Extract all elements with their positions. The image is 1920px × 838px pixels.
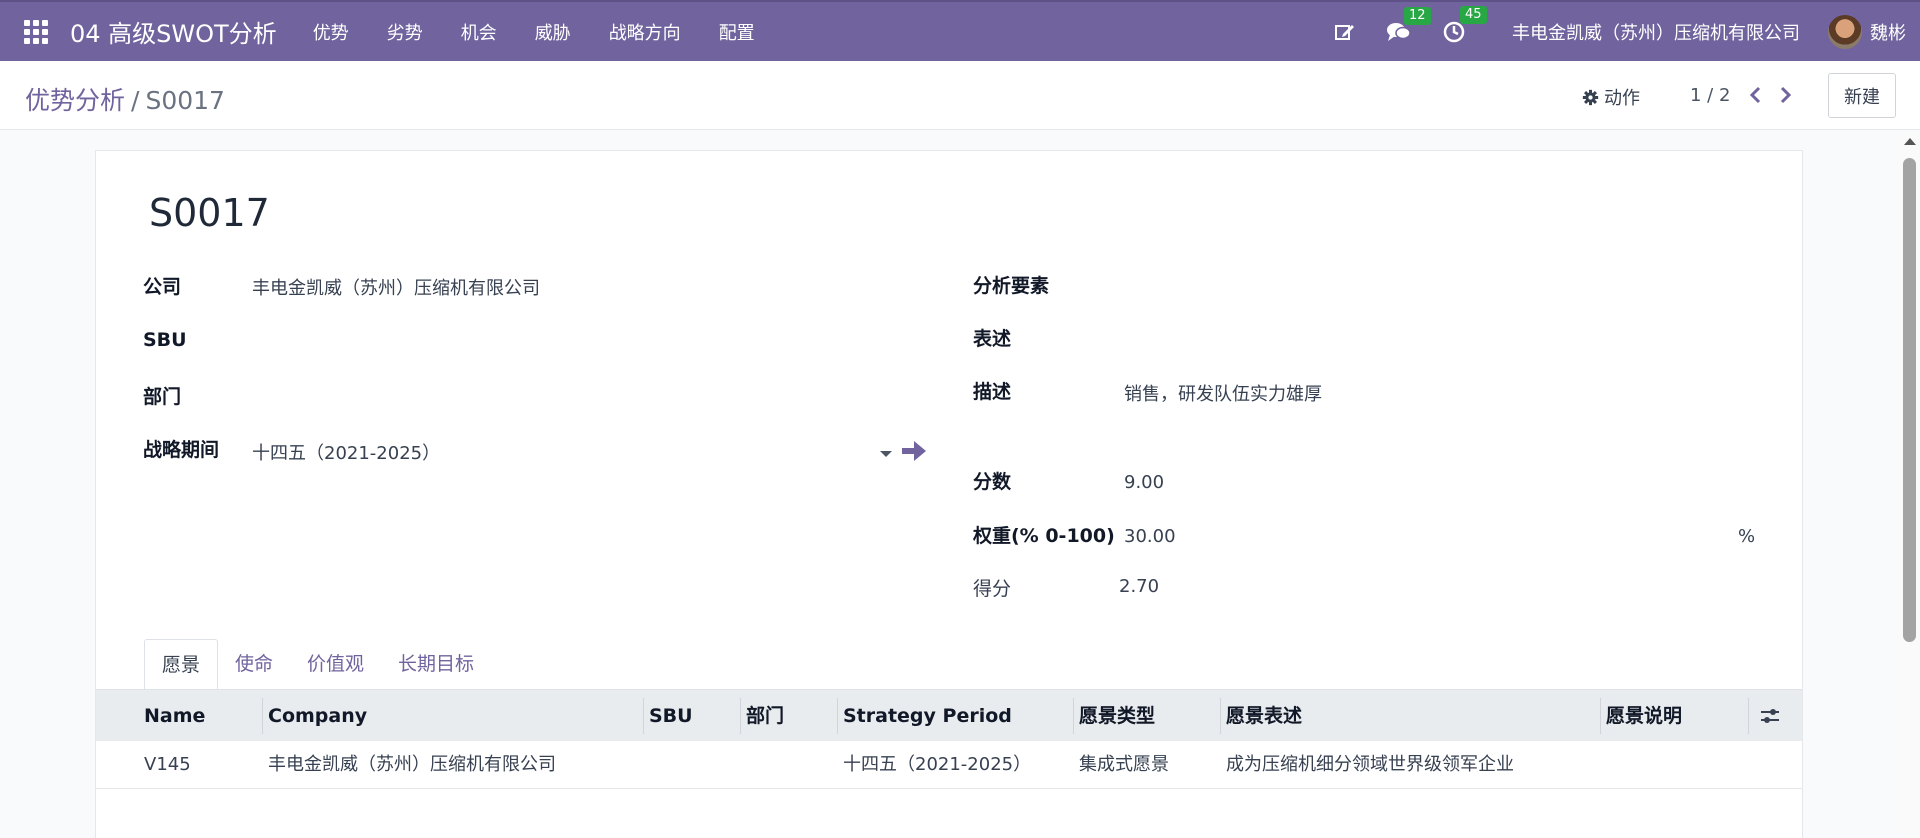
- column-header-vision-note[interactable]: 愿景说明: [1606, 690, 1682, 742]
- breadcrumb-current: S0017: [145, 86, 225, 115]
- messages-icon[interactable]: 12: [1386, 6, 1431, 43]
- column-divider[interactable]: [740, 698, 741, 734]
- actions-button[interactable]: 动作: [1582, 84, 1640, 110]
- result-score-label: 得分: [973, 578, 1012, 600]
- scroll-up-arrow-icon[interactable]: [1904, 138, 1916, 145]
- optional-columns-toggle[interactable]: [1759, 690, 1781, 742]
- column-header-sbu[interactable]: SBU: [649, 690, 693, 742]
- sbu-field[interactable]: [252, 319, 952, 353]
- weight-field[interactable]: 30.00: [1124, 526, 1176, 547]
- column-header-strategy-period[interactable]: Strategy Period: [843, 690, 1012, 742]
- scrollbar-thumb[interactable]: [1903, 158, 1916, 642]
- menu-item-weaknesses[interactable]: 劣势: [387, 19, 423, 45]
- column-header-company[interactable]: Company: [268, 690, 367, 742]
- score-field[interactable]: 9.00: [1124, 472, 1164, 493]
- actions-label: 动作: [1604, 88, 1640, 109]
- messages-count-badge: 12: [1404, 6, 1431, 25]
- result-score-value: 2.70: [1119, 576, 1160, 597]
- statement-label: 表述: [973, 328, 1012, 350]
- menu-item-strengths[interactable]: 优势: [313, 19, 349, 45]
- sbu-label: SBU: [143, 329, 187, 351]
- menu-item-configuration[interactable]: 配置: [719, 19, 755, 45]
- gear-icon: [1582, 89, 1599, 105]
- statement-field[interactable]: [1124, 316, 1744, 350]
- description-label: 描述: [973, 381, 1012, 403]
- page-scrollbar[interactable]: [1900, 132, 1920, 838]
- cell-vision-type: 集成式愿景: [1079, 754, 1169, 775]
- column-header-name[interactable]: Name: [144, 690, 205, 742]
- company-label: 公司: [143, 276, 182, 298]
- record-title[interactable]: S0017: [149, 191, 270, 235]
- activity-clock-icon[interactable]: 45: [1442, 5, 1487, 44]
- column-divider[interactable]: [837, 698, 838, 734]
- top-navbar: 04 高级SWOT分析 优势 劣势 机会 威胁 战略方向 配置 12 45 丰电…: [0, 0, 1920, 61]
- edit-icon[interactable]: [1334, 22, 1356, 42]
- column-divider[interactable]: [1600, 698, 1601, 734]
- description-field[interactable]: 销售，研发队伍实力雄厚: [1124, 380, 1322, 406]
- analysis-element-field[interactable]: [1124, 263, 1744, 297]
- avatar[interactable]: [1828, 14, 1862, 49]
- menu-item-threats[interactable]: 威胁: [535, 19, 571, 45]
- pager-previous-button[interactable]: [1745, 83, 1765, 107]
- tab-long-term-goals[interactable]: 长期目标: [381, 639, 491, 691]
- chevron-left-icon: [1749, 86, 1761, 104]
- chevron-right-icon: [1780, 86, 1792, 104]
- open-record-arrow-icon[interactable]: [900, 439, 928, 468]
- score-label: 分数: [973, 471, 1012, 493]
- column-divider[interactable]: [643, 698, 644, 734]
- column-header-department[interactable]: 部门: [746, 690, 784, 742]
- column-header-vision-statement[interactable]: 愿景表述: [1226, 690, 1302, 742]
- column-divider[interactable]: [1748, 698, 1749, 734]
- new-record-button[interactable]: 新建: [1828, 73, 1896, 118]
- column-header-vision-type[interactable]: 愿景类型: [1079, 690, 1155, 742]
- weight-label: 权重(% 0-100): [973, 525, 1115, 547]
- department-field[interactable]: [252, 373, 952, 407]
- app-title[interactable]: 04 高级SWOT分析: [70, 14, 277, 49]
- company-switcher[interactable]: 丰电金凯威（苏州）压缩机有限公司: [1512, 19, 1800, 45]
- pager-value[interactable]: 1 / 2: [1690, 85, 1730, 106]
- table-header: Name Company SBU 部门 Strategy Period 愿景类型…: [96, 689, 1802, 741]
- table-row[interactable]: V145 丰电金凯威（苏州）压缩机有限公司 十四五（2021-2025） 集成式…: [96, 741, 1802, 789]
- pager-next-button[interactable]: [1776, 83, 1796, 107]
- navbar-right: 12 45 丰电金凯威（苏州）压缩机有限公司 魏彬: [1304, 2, 1906, 61]
- period-label: 战略期间: [143, 439, 220, 461]
- cell-company: 丰电金凯威（苏州）压缩机有限公司: [268, 754, 556, 775]
- period-dropdown-caret-icon[interactable]: [880, 451, 892, 457]
- column-divider[interactable]: [1220, 698, 1221, 734]
- menu-item-opportunities[interactable]: 机会: [461, 19, 497, 45]
- tab-values[interactable]: 价值观: [290, 639, 381, 691]
- breadcrumb-separator: /: [131, 86, 140, 115]
- company-field[interactable]: 丰电金凯威（苏州）压缩机有限公司: [252, 274, 540, 300]
- user-menu[interactable]: 魏彬: [1870, 19, 1906, 45]
- breadcrumb: 优势分析 / S0017: [25, 81, 225, 117]
- weight-unit: %: [1738, 526, 1756, 547]
- notebook-tabs: 愿景 使命 价值观 长期目标: [144, 639, 491, 691]
- cell-strategy-period: 十四五（2021-2025）: [843, 754, 1032, 775]
- breadcrumb-parent[interactable]: 优势分析: [25, 86, 125, 115]
- form-sheet: S0017 公司 丰电金凯威（苏州）压缩机有限公司 SBU 部门 战略期间 十四…: [95, 150, 1803, 838]
- sliders-icon: [1761, 709, 1779, 723]
- main-menu: 优势 劣势 机会 威胁 战略方向 配置: [313, 19, 793, 45]
- control-panel: 优势分析 / S0017 动作 1 / 2 新建: [0, 61, 1920, 130]
- menu-item-strategy-direction[interactable]: 战略方向: [609, 19, 681, 45]
- tab-vision[interactable]: 愿景: [144, 639, 219, 691]
- department-label: 部门: [143, 386, 182, 408]
- period-field[interactable]: 十四五（2021-2025）: [252, 439, 440, 465]
- tab-mission[interactable]: 使命: [218, 639, 290, 691]
- column-divider[interactable]: [1073, 698, 1074, 734]
- cell-vision-statement: 成为压缩机细分领域世界级领军企业: [1226, 754, 1514, 775]
- column-divider[interactable]: [262, 698, 263, 734]
- analysis-element-label: 分析要素: [973, 275, 1050, 297]
- apps-menu-icon[interactable]: [24, 19, 48, 44]
- activities-count-badge: 45: [1460, 5, 1487, 24]
- cell-name: V145: [144, 754, 191, 775]
